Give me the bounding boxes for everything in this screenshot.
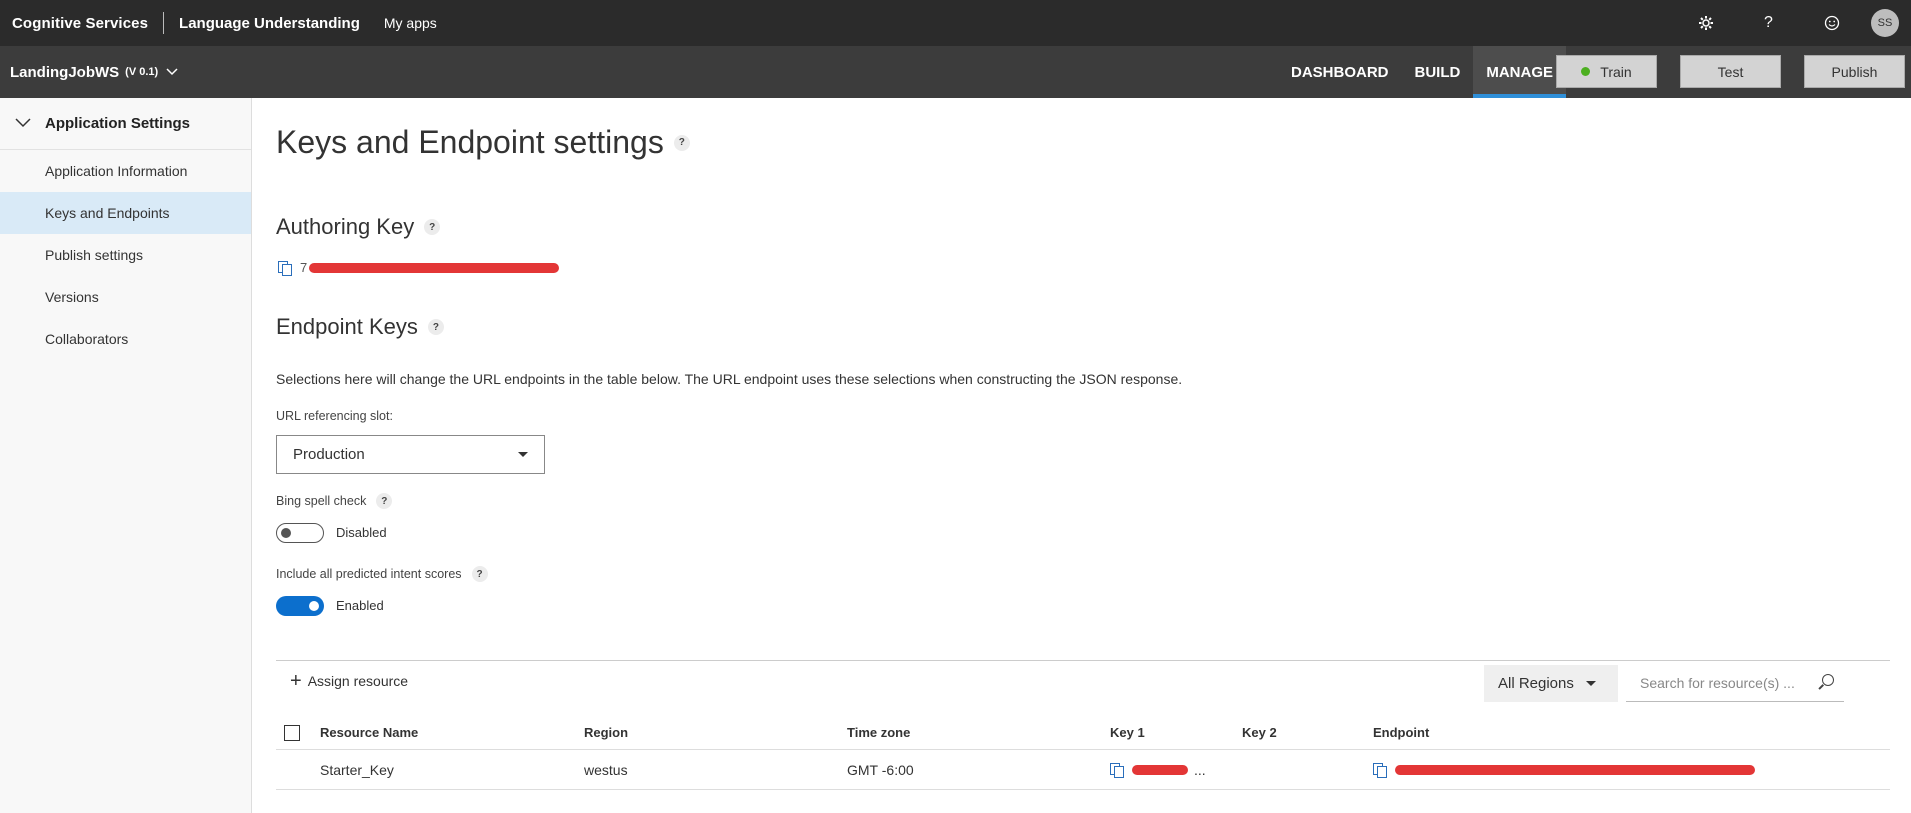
col-key-2[interactable]: Key 2: [1242, 716, 1277, 749]
resource-table-header: Resource Name Region Time zone Key 1 Key…: [276, 716, 1890, 750]
toggle-knob: [309, 601, 319, 611]
sidebar: Application Settings Application Informa…: [0, 98, 252, 813]
top-bar: Cognitive Services Language Understandin…: [0, 0, 1911, 46]
cognitive-services-link[interactable]: Cognitive Services: [0, 15, 148, 32]
col-resource-name[interactable]: Resource Name: [320, 716, 418, 749]
divider: [163, 12, 165, 34]
slot-select[interactable]: Production: [276, 435, 545, 474]
authoring-key-value: 7: [278, 260, 560, 276]
main-content: Keys and Endpoint settings ? Authoring K…: [276, 98, 1896, 813]
tab-dashboard[interactable]: DASHBOARD: [1278, 46, 1402, 98]
caret-down-icon: [1586, 681, 1596, 686]
sidebar-section-application-settings[interactable]: Application Settings: [0, 98, 251, 150]
bing-spell-check-state: Disabled: [336, 525, 387, 540]
select-all-checkbox-cell[interactable]: [284, 716, 300, 749]
select-all-checkbox[interactable]: [284, 724, 300, 741]
redaction-mark: [1395, 764, 1755, 775]
regions-dropdown[interactable]: All Regions: [1484, 665, 1618, 702]
train-button[interactable]: Train: [1556, 55, 1657, 88]
plus-icon: +: [290, 670, 302, 692]
cell-region: westus: [584, 761, 628, 778]
authoring-key-heading: Authoring Key: [276, 214, 415, 239]
key-1-ellipsis: ...: [1194, 761, 1206, 778]
assign-resource-button[interactable]: + Assign resource: [290, 670, 409, 692]
redaction-mark: [1132, 764, 1188, 775]
chevron-down-icon[interactable]: [166, 65, 178, 79]
endpoint-keys-heading: Endpoint Keys: [276, 314, 418, 339]
language-understanding-link[interactable]: Language Understanding: [179, 15, 360, 32]
caret-down-icon: [518, 452, 528, 457]
cell-time-zone: GMT -6:00: [847, 761, 914, 778]
copy-icon[interactable]: [278, 260, 292, 276]
train-label: Train: [1600, 63, 1632, 80]
app-bar: LandingJobWS (V 0.1) DASHBOARD BUILD MAN…: [0, 46, 1911, 98]
test-button[interactable]: Test: [1680, 55, 1781, 88]
endpoint-keys-description: Selections here will change the URL endp…: [276, 371, 1183, 387]
copy-icon[interactable]: [1110, 762, 1124, 778]
col-time-zone[interactable]: Time zone: [847, 716, 910, 749]
col-region[interactable]: Region: [584, 716, 628, 749]
toggle-knob: [281, 528, 291, 538]
bing-spell-check-label-row: Bing spell check ?: [276, 493, 393, 509]
col-endpoint[interactable]: Endpoint: [1373, 716, 1429, 749]
help-icon[interactable]: ?: [673, 134, 690, 151]
assign-resource-label: Assign resource: [307, 673, 409, 689]
help-icon[interactable]: ?: [424, 219, 441, 235]
cell-resource-name: Starter_Key: [320, 761, 394, 778]
sidebar-item-publish-settings[interactable]: Publish settings: [0, 234, 251, 276]
sidebar-item-versions[interactable]: Versions: [0, 276, 251, 318]
endpoint-keys-heading-row: Endpoint Keys ?: [276, 314, 444, 340]
cell-endpoint: [1373, 750, 1755, 789]
tab-build[interactable]: BUILD: [1402, 46, 1474, 98]
authoring-key-visible-char: 7: [300, 260, 308, 275]
table-row[interactable]: Starter_Key westus GMT -6:00 ...: [276, 750, 1890, 790]
sidebar-section-label: Application Settings: [45, 115, 191, 132]
intent-scores-toggle[interactable]: [276, 596, 324, 616]
regions-dropdown-value: All Regions: [1498, 675, 1574, 692]
search-icon[interactable]: [1822, 674, 1834, 686]
avatar[interactable]: SS: [1871, 9, 1899, 37]
train-status-dot: [1581, 67, 1591, 76]
slot-select-value: Production: [293, 446, 365, 463]
copy-icon[interactable]: [1373, 762, 1387, 778]
page-title-row: Keys and Endpoint settings ?: [276, 124, 690, 161]
bing-spell-check-toggle[interactable]: [276, 523, 324, 543]
gear-icon[interactable]: [1674, 0, 1737, 46]
col-key-1[interactable]: Key 1: [1110, 716, 1145, 749]
app-name[interactable]: LandingJobWS: [0, 64, 119, 81]
sidebar-item-keys-and-endpoints[interactable]: Keys and Endpoints: [0, 192, 251, 234]
resource-search[interactable]: Search for resource(s) ...: [1626, 665, 1844, 702]
help-icon[interactable]: ?: [1737, 0, 1800, 46]
bing-spell-check-label: Bing spell check: [276, 494, 367, 508]
sidebar-item-application-information[interactable]: Application Information: [0, 150, 251, 192]
tab-manage[interactable]: MANAGE: [1473, 46, 1566, 98]
intent-scores-state: Enabled: [336, 598, 384, 613]
my-apps-link[interactable]: My apps: [384, 15, 437, 31]
cell-key-1: ...: [1110, 750, 1206, 789]
page-title: Keys and Endpoint settings: [276, 124, 664, 160]
intent-scores-label: Include all predicted intent scores: [276, 567, 462, 581]
app-version[interactable]: (V 0.1): [125, 66, 158, 78]
intent-scores-label-row: Include all predicted intent scores ?: [276, 566, 488, 582]
resource-search-placeholder: Search for resource(s) ...: [1640, 675, 1795, 691]
smiley-icon[interactable]: [1800, 0, 1863, 46]
help-icon[interactable]: ?: [376, 493, 393, 509]
publish-button[interactable]: Publish: [1804, 55, 1905, 88]
authoring-key-heading-row: Authoring Key ?: [276, 214, 441, 240]
help-icon[interactable]: ?: [427, 319, 444, 335]
resource-section-divider: [276, 660, 1890, 661]
slot-label: URL referencing slot:: [276, 409, 393, 423]
redaction-mark: [309, 262, 560, 273]
sidebar-item-collaborators[interactable]: Collaborators: [0, 318, 251, 360]
top-bar-actions: ? SS: [1674, 0, 1911, 46]
help-icon[interactable]: ?: [471, 566, 488, 582]
chevron-down-icon: [0, 115, 45, 133]
nav-tabs: DASHBOARD BUILD MANAGE: [1278, 46, 1566, 98]
